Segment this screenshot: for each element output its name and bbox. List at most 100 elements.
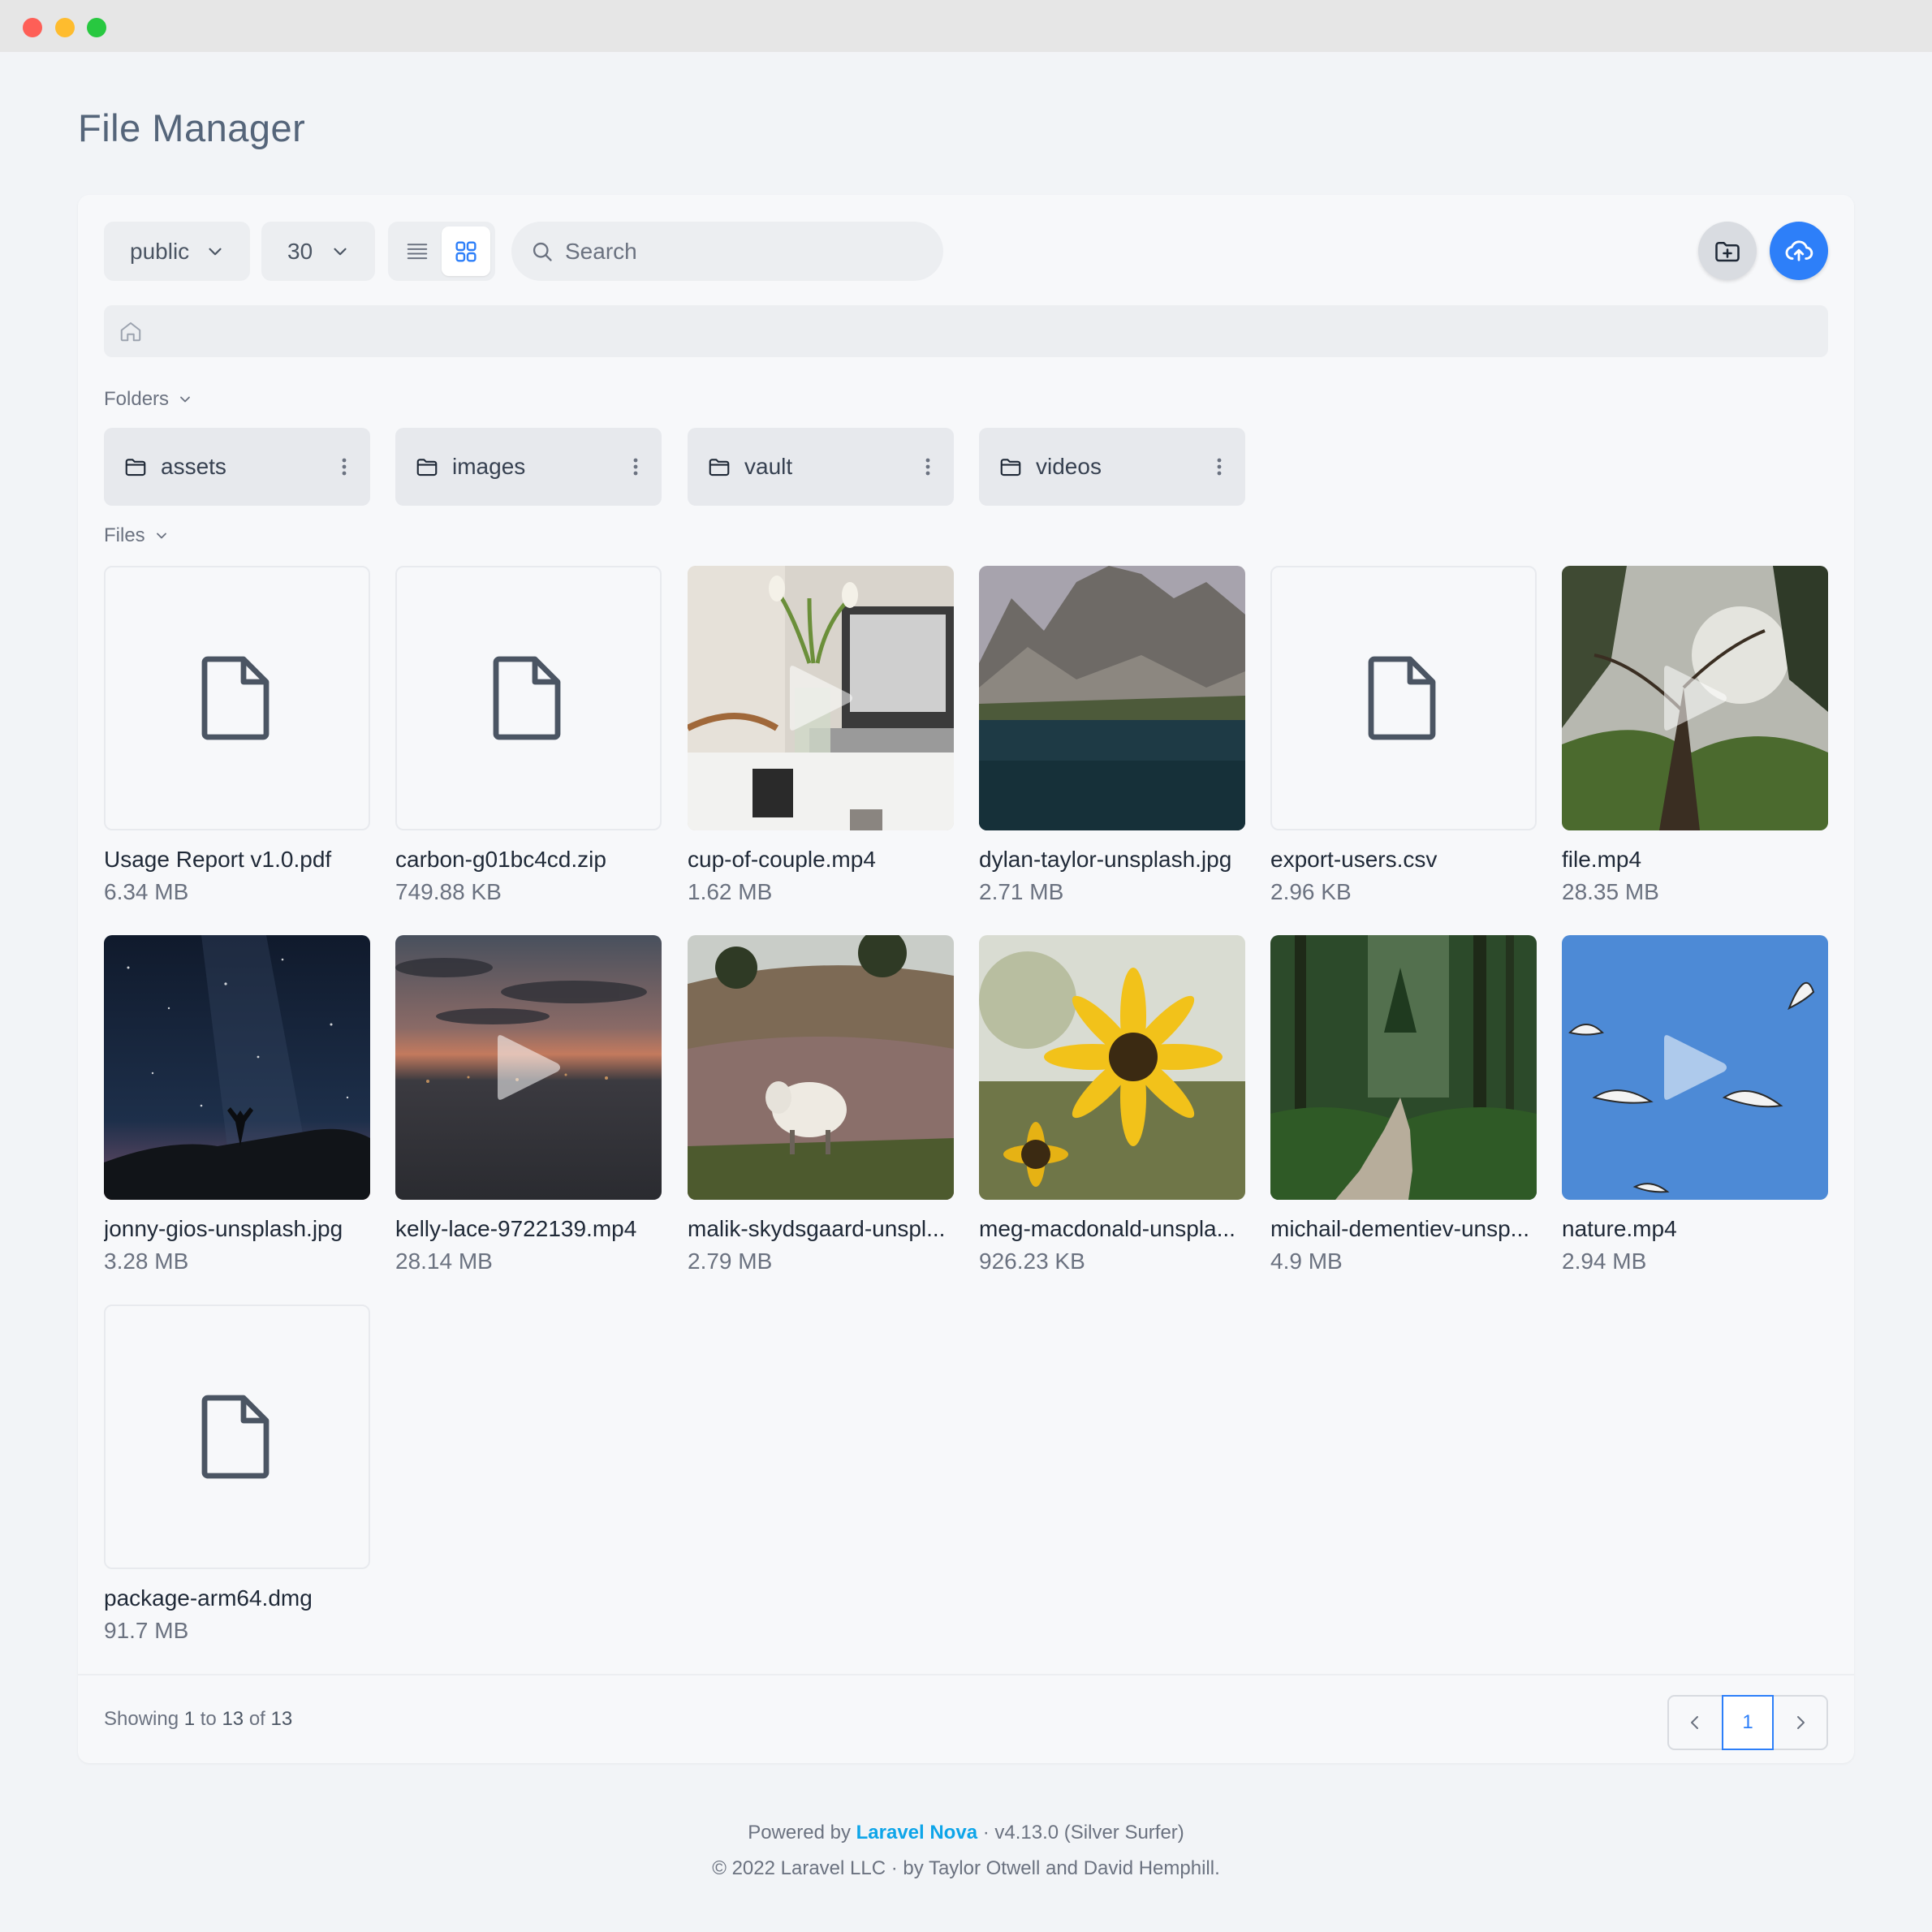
file-card[interactable]: michail-dementiev-unsp... 4.9 MB <box>1270 935 1537 1274</box>
folder-card[interactable]: vault <box>688 428 954 506</box>
panel-divider <box>78 1674 1854 1675</box>
file-card[interactable]: nature.mp4 2.94 MB <box>1562 935 1828 1274</box>
image-thumbnail <box>979 935 1245 1200</box>
file-name: jonny-gios-unsplash.jpg <box>104 1216 343 1241</box>
file-size: 2.94 MB <box>1562 1248 1647 1274</box>
file-size: 1.62 MB <box>688 879 773 904</box>
file-name: michail-dementiev-unsp... <box>1270 1216 1530 1241</box>
document-icon <box>201 1395 270 1479</box>
folder-card[interactable]: images <box>395 428 662 506</box>
list-icon <box>407 243 428 259</box>
files-section-toggle[interactable]: Files <box>104 524 170 547</box>
folder-icon <box>1000 459 1021 477</box>
more-options-icon[interactable] <box>1214 454 1224 480</box>
per-page-select[interactable]: 30 <box>261 222 375 281</box>
search-input[interactable] <box>565 238 922 265</box>
play-icon <box>790 666 852 731</box>
page-footer: Powered by Laravel Nova · v4.13.0 (Silve… <box>0 1815 1932 1887</box>
file-card[interactable]: malik-skydsgaard-unspl... 2.79 MB <box>688 935 954 1274</box>
file-card[interactable]: file.mp4 28.35 MB <box>1562 566 1828 905</box>
file-card[interactable]: dylan-taylor-unsplash.jpg 2.71 MB <box>979 566 1245 905</box>
laravel-nova-link[interactable]: Laravel Nova <box>856 1822 977 1844</box>
cloud-upload-icon <box>1785 240 1813 261</box>
file-thumbnail <box>104 935 370 1200</box>
folder-icon <box>416 459 438 477</box>
folders-section-label: Folders <box>104 388 170 410</box>
file-thumbnail <box>979 935 1245 1200</box>
file-thumbnail <box>395 935 662 1200</box>
folder-card[interactable]: assets <box>104 428 370 506</box>
search-icon <box>533 242 552 261</box>
folders-section-toggle[interactable]: Folders <box>104 388 193 411</box>
document-icon <box>201 656 270 740</box>
file-thumbnail <box>1562 566 1828 830</box>
page-number-button[interactable]: 1 <box>1721 1695 1775 1750</box>
upload-button[interactable] <box>1770 222 1828 280</box>
file-card[interactable]: export-users.csv 2.96 KB <box>1270 566 1537 905</box>
more-options-icon[interactable] <box>339 454 349 480</box>
file-size: 91.7 MB <box>104 1618 189 1643</box>
file-thumbnail <box>1270 566 1537 830</box>
chevron-left-icon <box>1691 1716 1699 1729</box>
document-icon <box>493 656 561 740</box>
file-thumbnail <box>1270 935 1537 1200</box>
search-box <box>511 222 943 281</box>
file-card[interactable]: Usage Report v1.0.pdf 6.34 MB <box>104 566 370 905</box>
folder-icon <box>709 459 730 477</box>
file-name: dylan-taylor-unsplash.jpg <box>979 847 1232 872</box>
folder-name: assets <box>161 454 226 479</box>
file-size: 6.34 MB <box>104 879 189 904</box>
page-title: File Manager <box>78 106 306 149</box>
file-card[interactable]: cup-of-couple.mp4 1.62 MB <box>688 566 954 905</box>
file-thumbnail <box>688 935 954 1200</box>
showing-label: Showing <box>104 1708 179 1730</box>
minimize-window-button[interactable] <box>55 18 75 37</box>
file-card[interactable]: jonny-gios-unsplash.jpg 3.28 MB <box>104 935 370 1274</box>
maximize-window-button[interactable] <box>87 18 106 37</box>
showing-to-label: to <box>200 1708 217 1730</box>
file-thumbnail <box>979 566 1245 830</box>
close-window-button[interactable] <box>23 18 42 37</box>
file-size: 2.96 KB <box>1270 879 1352 904</box>
disk-select-value: public <box>130 238 190 264</box>
image-thumbnail <box>1270 935 1537 1200</box>
showing-from: 1 <box>183 1708 196 1730</box>
file-size: 28.14 MB <box>395 1248 493 1274</box>
file-size: 3.28 MB <box>104 1248 189 1274</box>
file-size: 28.35 MB <box>1562 879 1659 904</box>
play-icon <box>1664 1035 1727 1100</box>
powered-by-line: Powered by Laravel Nova · v4.13.0 (Silve… <box>0 1815 1932 1851</box>
folder-card[interactable]: videos <box>979 428 1245 506</box>
list-view-button[interactable] <box>393 226 442 276</box>
file-card[interactable]: meg-macdonald-unspla... 926.23 KB <box>979 935 1245 1274</box>
more-options-icon[interactable] <box>631 454 640 480</box>
create-folder-button[interactable] <box>1698 222 1757 280</box>
previous-page-button[interactable] <box>1669 1697 1722 1749</box>
next-page-button[interactable] <box>1774 1697 1826 1749</box>
file-name: malik-skydsgaard-unspl... <box>688 1216 946 1241</box>
grid-view-button[interactable] <box>442 226 490 276</box>
folder-icon <box>125 459 146 477</box>
files-section-label: Files <box>104 524 145 546</box>
file-card[interactable]: package-arm64.dmg 91.7 MB <box>104 1305 370 1644</box>
file-size: 2.79 MB <box>688 1248 773 1274</box>
folder-name: images <box>452 454 526 479</box>
file-thumbnail <box>104 1305 370 1569</box>
file-card[interactable]: carbon-g01bc4cd.zip 749.88 KB <box>395 566 662 905</box>
file-name: cup-of-couple.mp4 <box>688 847 876 872</box>
file-name: file.mp4 <box>1562 847 1642 872</box>
view-mode-toggle <box>388 222 495 281</box>
file-size: 749.88 KB <box>395 879 502 904</box>
more-options-icon[interactable] <box>923 454 933 480</box>
image-thumbnail <box>104 935 370 1200</box>
copyright-line: © 2022 Laravel LLC · by Taylor Otwell an… <box>712 1857 1220 1879</box>
showing-total: 13 <box>270 1708 293 1730</box>
file-size: 4.9 MB <box>1270 1248 1343 1274</box>
chevron-down-icon <box>334 248 347 256</box>
chevron-down-icon <box>209 248 222 256</box>
file-card[interactable]: kelly-lace-9722139.mp4 28.14 MB <box>395 935 662 1274</box>
disk-select[interactable]: public <box>104 222 250 281</box>
pagination: 1 <box>1667 1695 1828 1750</box>
home-icon[interactable] <box>119 319 143 343</box>
file-name: meg-macdonald-unspla... <box>979 1216 1236 1241</box>
